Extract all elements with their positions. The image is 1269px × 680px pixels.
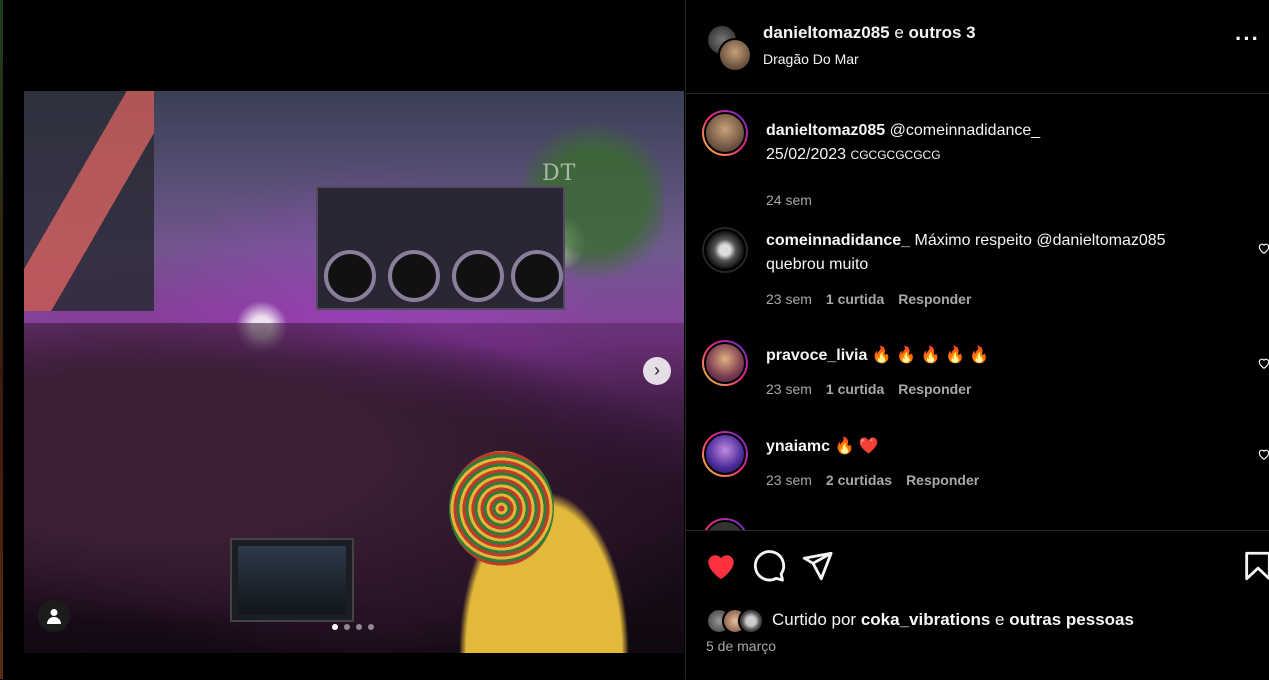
- liked-by-prefix: Curtido por: [772, 610, 857, 629]
- carousel-next-button[interactable]: ›: [643, 357, 671, 385]
- media-speaker: [452, 250, 504, 302]
- ellipsis-icon: ···: [1235, 26, 1260, 51]
- comment-text: comeinnadidance_ Máximo respeito @daniel…: [766, 229, 1206, 277]
- liked-by-and: e: [995, 610, 1005, 629]
- post-header: danieltomaz085 e outros 3 Dragão Do Mar …: [686, 0, 1269, 94]
- media-sound-system: [316, 186, 565, 310]
- carousel-dot: [368, 624, 374, 630]
- tagged-users-button[interactable]: [38, 600, 70, 632]
- caption-date: 25/02/2023: [766, 146, 847, 163]
- avatar[interactable]: [702, 227, 748, 273]
- comment-icon[interactable]: [752, 549, 786, 583]
- avatar-image: [704, 520, 746, 530]
- comment-text: pravoce_livia 🔥 🔥 🔥 🔥 🔥: [766, 344, 1206, 368]
- avatar-image: [704, 112, 746, 154]
- comment-body: 🔥 🔥 🔥 🔥 🔥: [871, 347, 990, 364]
- caption-meta: 24 sem: [766, 192, 812, 208]
- reply-button[interactable]: Responder: [898, 291, 971, 307]
- caption-mention[interactable]: @comeinnadidance_: [890, 122, 1041, 139]
- media-beaded-headpiece: [449, 451, 554, 566]
- post-media[interactable]: DT: [24, 91, 684, 653]
- comment-meta: 23 sem 1 curtida Responder: [766, 381, 971, 397]
- media-speaker: [324, 250, 376, 302]
- comment-username[interactable]: comeinnadidance_: [766, 232, 910, 249]
- carousel-dot: [356, 624, 362, 630]
- header-usernames: danieltomaz085 e outros 3: [763, 23, 976, 43]
- comment-time: 23 sem: [766, 381, 812, 397]
- collaborators-link[interactable]: outros 3: [909, 23, 976, 42]
- collab-avatars[interactable]: [706, 24, 752, 72]
- caption-text: danieltomaz085 @comeinnadidance_ 25/02/2…: [766, 119, 1206, 167]
- comment-time: 23 sem: [766, 291, 812, 307]
- location-link[interactable]: Dragão Do Mar: [763, 51, 859, 67]
- reply-button[interactable]: Responder: [898, 381, 971, 397]
- liked-by-user-link[interactable]: coka_vibrations: [861, 610, 990, 630]
- comments-list[interactable]: danieltomaz085 @comeinnadidance_ 25/02/2…: [686, 94, 1269, 530]
- comment-likes[interactable]: 2 curtidas: [826, 472, 892, 488]
- background-edge: [0, 0, 3, 679]
- avatar: [738, 608, 764, 634]
- comment-likes[interactable]: 1 curtida: [826, 291, 884, 307]
- comment-likes[interactable]: 1 curtida: [826, 381, 884, 397]
- media-wall: [24, 91, 154, 311]
- avatar-image: [704, 433, 746, 475]
- heart-icon[interactable]: [1257, 356, 1269, 370]
- comment-time: 23 sem: [766, 472, 812, 488]
- media-dj-laptop: [230, 538, 354, 622]
- bookmark-icon[interactable]: [1241, 549, 1269, 583]
- media-speaker: [388, 250, 440, 302]
- share-icon[interactable]: [800, 549, 834, 583]
- heart-icon[interactable]: [1257, 241, 1269, 255]
- comment-body: 🔥 ❤️: [834, 438, 879, 455]
- liked-by-others-link[interactable]: outras pessoas: [1009, 610, 1134, 630]
- more-options-button[interactable]: ···: [1235, 26, 1260, 51]
- caption-extra: cgcgcgcgcg: [850, 148, 941, 162]
- carousel-indicator: [332, 624, 374, 630]
- caption-username[interactable]: danieltomaz085: [766, 122, 885, 139]
- comment-username[interactable]: ynaiamc: [766, 438, 830, 455]
- header-and-text: e: [894, 23, 904, 42]
- post-details-panel: danieltomaz085 e outros 3 Dragão Do Mar …: [685, 0, 1269, 679]
- avatar[interactable]: [702, 518, 748, 530]
- caption-time: 24 sem: [766, 192, 812, 208]
- heart-icon[interactable]: [1257, 447, 1269, 461]
- avatar-image: [704, 229, 746, 271]
- comment-meta: 23 sem 1 curtida Responder: [766, 291, 971, 307]
- reply-button[interactable]: Responder: [906, 472, 979, 488]
- chevron-right-icon: ›: [654, 360, 660, 380]
- likes-summary: Curtido por coka_vibrations e outras pes…: [706, 608, 1134, 634]
- avatar-image: [704, 342, 746, 384]
- avatar[interactable]: [702, 110, 748, 156]
- author-username-link[interactable]: danieltomaz085: [763, 23, 890, 42]
- media-laptop-screen: [238, 546, 346, 614]
- heart-filled-icon[interactable]: [704, 549, 738, 583]
- post-date[interactable]: 5 de março: [706, 638, 776, 654]
- post-actions: Curtido por coka_vibrations e outras pes…: [686, 530, 1269, 680]
- avatar[interactable]: [702, 431, 748, 477]
- user-icon: [47, 609, 61, 624]
- avatar: [718, 38, 752, 72]
- comment-username[interactable]: pravoce_livia: [766, 347, 867, 364]
- carousel-dot: [344, 624, 350, 630]
- liker-avatars: [706, 608, 768, 634]
- avatar[interactable]: [702, 340, 748, 386]
- media-watermark: DT: [542, 161, 577, 186]
- carousel-dot: [332, 624, 338, 630]
- comment-text: ynaiamc 🔥 ❤️: [766, 435, 1206, 459]
- comment-meta: 23 sem 2 curtidas Responder: [766, 472, 979, 488]
- media-speaker: [511, 250, 563, 302]
